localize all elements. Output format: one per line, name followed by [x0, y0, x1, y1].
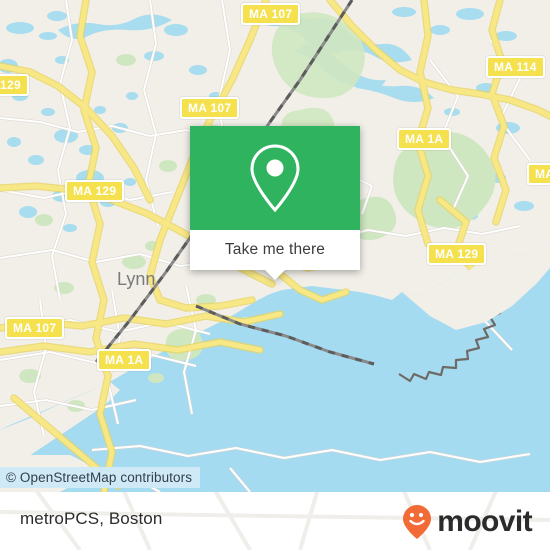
moovit-wordmark: moovit [437, 505, 532, 538]
popup-cta-label: Take me there [224, 241, 326, 258]
popup-pin-panel [190, 126, 360, 230]
road-shield: MA 107 [5, 317, 65, 339]
popup-tail [264, 269, 286, 280]
map-pin-icon [250, 144, 300, 213]
moovit-brand[interactable]: moovit [402, 504, 533, 540]
footer-bar: metroPCS, Boston moovit [0, 492, 550, 550]
road-shield: MA 1 [527, 163, 550, 185]
map-label-lynn: Lynn [117, 269, 155, 289]
road-shield: MA 107 [241, 3, 301, 25]
road-shield: MA 129 [65, 180, 125, 202]
page-title: metroPCS, Boston [20, 509, 163, 528]
osm-attribution[interactable]: © OpenStreetMap contributors [0, 467, 201, 488]
moovit-pin-smiley-icon [403, 505, 432, 539]
road-shield: MA 107 [180, 97, 240, 119]
road-shield: MA 1A [397, 128, 452, 150]
map-canvas[interactable]: Lynn MA 107 MA 114 MA 107 MA 1A 129 MA 129 MA … [0, 0, 550, 492]
road-shield: 129 [0, 74, 29, 96]
map-screenshot: Lynn MA 107 MA 114 MA 107 MA 1A 129 MA 129 MA … [0, 0, 550, 550]
road-shield: MA 114 [486, 56, 545, 78]
popup-cta-bar[interactable]: Take me there [190, 230, 360, 280]
location-popup[interactable]: Take me there [190, 126, 360, 280]
road-shield: MA 129 [427, 243, 487, 265]
road-shield: MA 1A [97, 349, 152, 371]
